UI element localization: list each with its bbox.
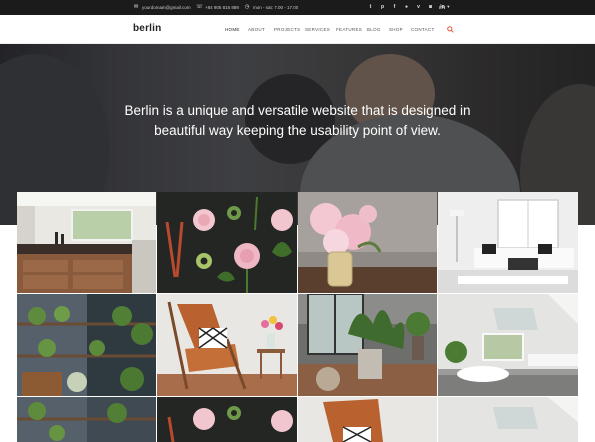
vimeo-icon[interactable]: v: [416, 4, 421, 10]
gallery-tile[interactable]: [17, 294, 156, 396]
gallery-tile[interactable]: [298, 192, 437, 293]
nav-about[interactable]: ABOUT: [248, 27, 265, 32]
plant-shelves-photo: [17, 397, 156, 442]
nav-features[interactable]: FEATURES: [336, 27, 362, 32]
hero-headline: Berlin is a unique and versatile website…: [120, 101, 475, 141]
site-logo[interactable]: berlin: [133, 23, 161, 34]
phone-contact[interactable]: ☏ +84 905 816 889: [196, 4, 239, 10]
project-gallery: [17, 192, 578, 442]
hours-text: mon - sat: 7.00 - 17.00: [253, 4, 299, 10]
search-icon[interactable]: [447, 26, 454, 33]
pink-flowers-scissors-photo: [157, 192, 297, 293]
leather-chair-photo: [157, 294, 297, 396]
plant-shelves-photo: [17, 294, 156, 396]
chevron-down-icon: ▾: [447, 4, 450, 9]
white-bathroom-photo: [438, 397, 578, 442]
email-contact[interactable]: ✉ yourdomain@gmail.com: [133, 4, 191, 10]
email-text[interactable]: yourdomain@gmail.com: [142, 5, 191, 10]
instagram-icon[interactable]: ◙: [428, 4, 433, 10]
nav-services[interactable]: SERVICES: [305, 27, 330, 32]
clock-icon: ◷: [244, 4, 250, 10]
twitter-icon[interactable]: t: [368, 4, 373, 10]
gallery-tile[interactable]: [157, 294, 297, 396]
top-bar: ✉ yourdomain@gmail.com ☏ +84 905 816 889…: [0, 0, 595, 15]
hero-line: beautiful way keeping the usability poin…: [154, 123, 441, 138]
social-links: t p f ● v ◙ in: [368, 4, 445, 10]
gallery-tile[interactable]: [157, 397, 297, 442]
gallery-tile[interactable]: [438, 397, 578, 442]
language-selector[interactable]: EN ▾: [439, 4, 450, 10]
site-header: berlin HOME ABOUT PROJECTS SERVICES FEAT…: [0, 15, 595, 44]
pinterest-icon[interactable]: p: [380, 4, 385, 10]
facebook-icon[interactable]: f: [392, 4, 397, 10]
peony-vase-photo: [298, 192, 437, 293]
gallery-tile[interactable]: [157, 192, 297, 293]
phone-text[interactable]: +84 905 816 889: [205, 5, 239, 10]
pink-flowers-scissors-photo: [157, 397, 297, 442]
nav-projects[interactable]: PROJECTS: [274, 27, 300, 32]
gallery-tile[interactable]: [438, 192, 578, 293]
leather-chair-photo: [298, 397, 437, 442]
gallery-tile[interactable]: [298, 294, 437, 396]
envelope-icon: ✉: [133, 4, 139, 10]
white-bathroom-photo: [438, 294, 578, 396]
gallery-tile[interactable]: [438, 294, 578, 396]
flickr-icon[interactable]: ●: [404, 4, 409, 10]
nav-home[interactable]: HOME: [225, 27, 240, 32]
gallery-tile[interactable]: [298, 397, 437, 442]
phone-icon: ☏: [196, 4, 203, 10]
hero-line: Berlin is a unique and versatile website…: [124, 103, 471, 118]
gallery-tile[interactable]: [17, 192, 156, 293]
nav-shop[interactable]: SHOP: [389, 27, 403, 32]
white-living-room-photo: [438, 192, 578, 293]
opening-hours: ◷ mon - sat: 7.00 - 17.00: [244, 4, 299, 10]
nav-contact[interactable]: CONTACT: [411, 27, 435, 32]
language-label[interactable]: EN: [439, 5, 445, 10]
kitchen-photo: [17, 192, 156, 293]
plants-interior-photo: [298, 294, 437, 396]
gallery-tile[interactable]: [17, 397, 156, 442]
nav-blog[interactable]: BLOG: [367, 27, 381, 32]
